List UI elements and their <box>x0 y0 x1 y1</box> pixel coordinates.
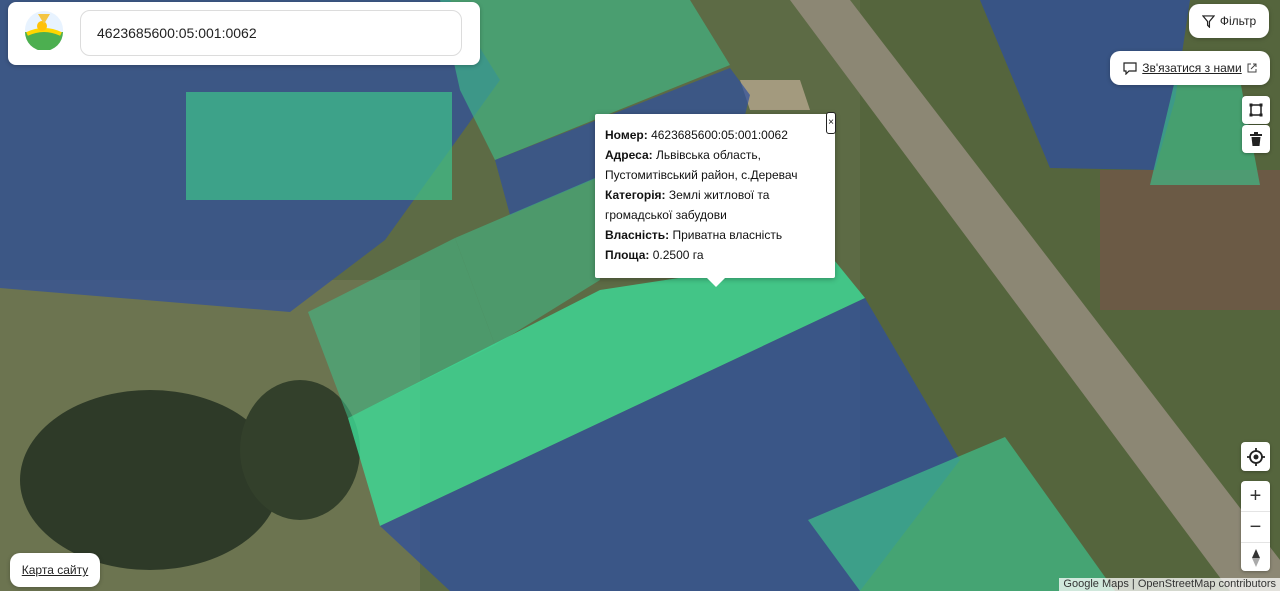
funnel-icon <box>1201 14 1215 28</box>
delete-button[interactable] <box>1242 125 1270 153</box>
popup-field-address: Адреса: Львівська область, Пустомитівськ… <box>605 148 798 182</box>
satellite-map[interactable] <box>0 0 1280 591</box>
zoom-out-button[interactable]: − <box>1241 511 1270 542</box>
search-panel <box>8 2 480 65</box>
popup-field-area: Площа: 0.2500 га <box>605 248 704 262</box>
parcel-info-popup: Номер: 4623685600:05:001:0062 Адреса: Ль… <box>595 114 835 287</box>
trash-icon <box>1250 132 1262 146</box>
search-input[interactable] <box>80 10 462 56</box>
zoom-in-button[interactable]: + <box>1241 481 1270 511</box>
popup-field-category: Категорія: Землі житлової та громадської… <box>605 188 770 222</box>
external-link-icon <box>1247 63 1257 73</box>
compass-icon <box>1251 549 1260 567</box>
zoom-controls: + − <box>1241 481 1270 571</box>
plowed-field <box>1100 170 1280 310</box>
filter-button[interactable]: Фільтр <box>1189 4 1269 38</box>
trees <box>20 390 280 570</box>
contact-button[interactable]: Зв'язатися з нами <box>1110 51 1270 85</box>
popup-field-ownership: Власність: Приватна власність <box>605 228 783 242</box>
locate-button[interactable] <box>1241 442 1270 471</box>
parcel-green[interactable] <box>186 92 452 200</box>
crosshair-icon <box>1246 447 1265 466</box>
popup-field-number: Номер: 4623685600:05:001:0062 <box>605 128 788 142</box>
contact-label: Зв'язатися з нами <box>1142 61 1242 75</box>
map-attribution: Google Maps | OpenStreetMap contributors <box>1059 578 1280 591</box>
logo-icon <box>25 11 63 50</box>
draw-polygon-button[interactable] <box>1242 96 1270 124</box>
dirt-track <box>740 80 810 110</box>
sitemap-link[interactable]: Карта сайту <box>10 553 100 587</box>
popup-close-button[interactable]: × <box>826 112 836 134</box>
draw-polygon-icon <box>1249 103 1263 117</box>
compass-button[interactable] <box>1241 542 1270 573</box>
filter-label: Фільтр <box>1219 14 1257 28</box>
chat-icon <box>1123 61 1137 75</box>
